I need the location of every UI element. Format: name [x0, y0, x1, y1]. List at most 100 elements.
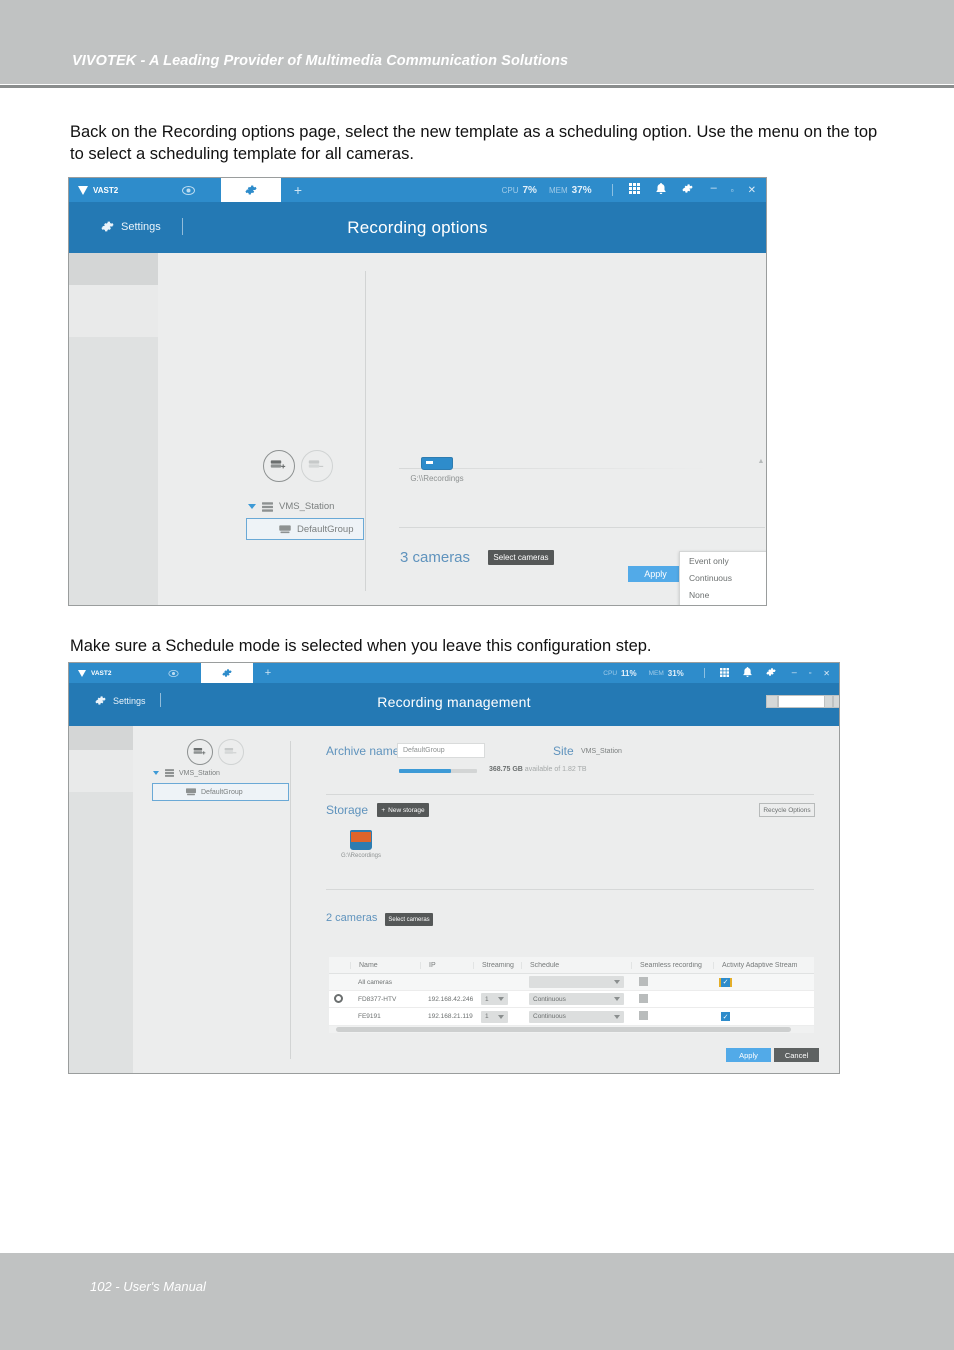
adaptive-checkbox-checked[interactable]: ✓: [721, 1012, 730, 1021]
grid-icon[interactable]: [621, 181, 648, 199]
add-group-button[interactable]: [263, 450, 295, 482]
chevron-down-icon: [614, 980, 620, 984]
dropdown-option[interactable]: None: [680, 586, 766, 603]
streaming-select[interactable]: 1: [481, 1010, 508, 1023]
chevron-down-icon[interactable]: [248, 504, 256, 509]
grid-icon[interactable]: [713, 664, 736, 682]
gear-icon: [245, 185, 257, 195]
archive-name-label: Archive name: [326, 744, 400, 758]
archive-capacity-fill: [399, 769, 451, 773]
close-icon[interactable]: ✕: [817, 669, 839, 678]
app1-content-vscrollbar[interactable]: ▲: [757, 458, 765, 465]
row-schedule[interactable]: Continuous: [521, 1010, 631, 1023]
tree-node-root[interactable]: VMS_Station: [153, 769, 220, 777]
instruction-paragraph-1: Back on the Recording options page, sele…: [70, 122, 878, 163]
page-footer-text: 102 - User's Manual: [90, 1279, 206, 1294]
tree-node-defaultgroup[interactable]: DefaultGroup: [152, 783, 289, 801]
seamless-checkbox[interactable]: [639, 993, 648, 1003]
page-header-title: VIVOTEK - A Leading Provider of Multimed…: [72, 53, 569, 69]
remove-group-icon: [308, 460, 324, 468]
dropdown-option[interactable]: Event only: [680, 552, 766, 569]
chevron-down-icon[interactable]: [153, 771, 159, 775]
app2-apply-button[interactable]: Apply: [726, 1048, 771, 1062]
dropdown-option[interactable]: Default Schedule: [680, 603, 766, 605]
app2-mem-value: 31%: [667, 668, 684, 678]
app2-mem-label: MEM: [648, 669, 664, 677]
archive-capacity-value: 368.75 GB: [489, 766, 523, 773]
remove-group-button[interactable]: [218, 739, 244, 765]
app1-storage-item[interactable]: G:\\Recordings: [407, 457, 467, 483]
row-schedule[interactable]: [521, 976, 631, 988]
schedule-select[interactable]: [529, 976, 624, 988]
app1-select-cameras-button[interactable]: Select cameras: [488, 550, 554, 565]
remove-group-button[interactable]: [301, 450, 333, 482]
row-select[interactable]: [329, 993, 350, 1005]
row-schedule[interactable]: Continuous: [521, 993, 631, 1005]
col-schedule[interactable]: Schedule: [521, 961, 631, 969]
minimize-icon[interactable]: –: [701, 182, 724, 198]
bell-icon[interactable]: [736, 664, 759, 682]
schedule-select[interactable]: Continuous: [529, 993, 624, 1005]
maximize-icon[interactable]: ▫: [803, 670, 817, 677]
minimize-icon[interactable]: –: [783, 667, 803, 680]
col-ip[interactable]: IP: [420, 961, 473, 969]
gear-icon[interactable]: [674, 181, 701, 199]
table-row[interactable]: All cameras ✓: [329, 974, 814, 991]
app2-table-header: Name IP Streaming Schedule Seamless reco…: [329, 957, 814, 974]
maximize-icon[interactable]: ▫: [724, 186, 741, 195]
seamless-checkbox[interactable]: [639, 976, 648, 986]
tree-node-defaultgroup[interactable]: DefaultGroup: [246, 518, 364, 540]
app1-live-view-tab[interactable]: [155, 178, 221, 202]
app2-search-suffix-icon[interactable]: [824, 695, 833, 708]
bell-icon[interactable]: [648, 181, 674, 199]
col-streaming[interactable]: Streaming: [473, 961, 521, 969]
app2-settings-tab[interactable]: [201, 663, 253, 683]
row-seamless[interactable]: [631, 993, 713, 1005]
seamless-checkbox[interactable]: [639, 1011, 648, 1020]
app2-search-prefix-icon[interactable]: [766, 695, 778, 708]
app2-storage-item[interactable]: G:\\Recordings: [329, 830, 393, 859]
app2-select-cameras-button[interactable]: Select cameras: [385, 913, 433, 926]
app2-table-hscrollbar[interactable]: [329, 1026, 814, 1033]
row-seamless[interactable]: [631, 1011, 713, 1022]
app2-add-tab[interactable]: +: [253, 663, 283, 683]
close-icon[interactable]: ✕: [741, 185, 766, 196]
row-adaptive[interactable]: ✓: [713, 1012, 813, 1021]
schedule-select[interactable]: Continuous: [529, 1010, 624, 1023]
tree-node-root[interactable]: VMS_Station: [248, 501, 334, 512]
app1-titlebar: VAST2 + CPU 7% MEM 37% – ▫ ✕: [69, 178, 766, 202]
add-group-button[interactable]: [187, 739, 213, 765]
archive-name-input[interactable]: DefaultGroup: [397, 743, 485, 758]
gear-icon[interactable]: [759, 664, 783, 682]
table-row[interactable]: FE9191 192.168.21.119 1 Continuous ✓: [329, 1008, 814, 1025]
dropdown-option[interactable]: Continuous: [680, 569, 766, 586]
app2-search-menu-icon[interactable]: [833, 695, 839, 708]
row-name: FD8377-HTV: [358, 995, 397, 1003]
adaptive-checkbox-checked[interactable]: ✓: [719, 977, 732, 987]
app1-sidebar-spacer: [69, 253, 158, 285]
table-row[interactable]: FD8377-HTV 192.168.42.246 1 Continuous: [329, 991, 814, 1008]
schedule-dropdown-menu[interactable]: Event only Continuous None Default Sched…: [679, 551, 766, 605]
new-storage-button[interactable]: + New storage: [377, 803, 429, 817]
streaming-select[interactable]: 1: [481, 993, 508, 1005]
app1-apply-button[interactable]: Apply: [628, 566, 683, 582]
app2-live-view-tab[interactable]: [145, 663, 201, 683]
recycle-options-button[interactable]: Recycle Options: [759, 803, 815, 817]
col-activity-adaptive-stream[interactable]: Activity Adaptive Stream: [713, 961, 813, 969]
app1-add-tab[interactable]: +: [281, 178, 315, 202]
row-name: All cameras: [358, 978, 392, 986]
app2-table-hscroll-thumb[interactable]: [336, 1027, 791, 1032]
chevron-down-icon: [498, 1014, 504, 1019]
app1-settings-tab[interactable]: [221, 178, 281, 202]
row-streaming: 1: [473, 993, 521, 1005]
col-seamless-recording[interactable]: Seamless recording: [631, 961, 713, 969]
tree-root-label: VMS_Station: [179, 769, 220, 777]
app2-titlebar: VAST2 + CPU 11% MEM 31% – ▫ ✕: [69, 663, 839, 683]
row-seamless[interactable]: [631, 976, 713, 988]
row-adaptive[interactable]: ✓: [713, 977, 813, 987]
app1-app-name: VAST2: [93, 185, 119, 195]
group-icon: [186, 788, 196, 796]
vivotek-triangle-icon: [78, 669, 86, 677]
app2-cancel-button[interactable]: Cancel: [774, 1048, 819, 1062]
col-name[interactable]: Name: [350, 961, 420, 969]
